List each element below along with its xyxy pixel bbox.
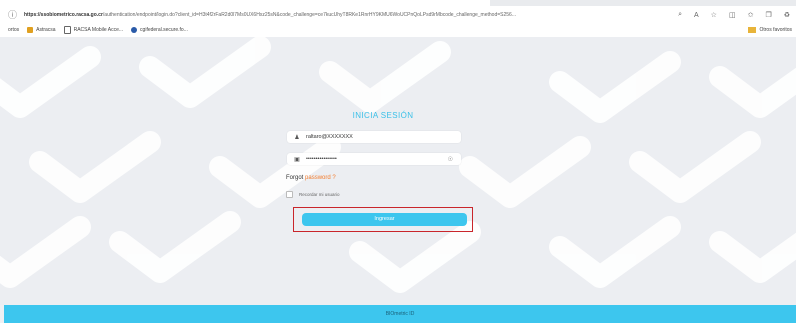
other-favorites-folder[interactable]: Otros favoritos [748, 24, 792, 36]
bookmark-item[interactable]: cgifederal.secure.fo... [131, 27, 188, 33]
remember-me-checkbox[interactable] [286, 191, 293, 198]
url-domain: https://ssobiometrico.racsa.go.cr [24, 12, 103, 18]
user-icon: ♟ [294, 134, 300, 141]
footer-bar: BIOmetric ID [4, 305, 796, 323]
cgi-icon [131, 27, 138, 33]
forgot-password: Forgot password ? [286, 175, 336, 181]
remember-me[interactable]: Recordar mi usuario [286, 191, 340, 198]
forgot-password-link[interactable]: password [305, 175, 331, 181]
show-password-icon[interactable]: ☉ [448, 156, 453, 163]
browser-toolbar-icons: ⌕ A ☆ ◫ ✩ ❐ ♻ [678, 7, 790, 23]
login-page: INICIA SESIÓN ♟ ▣ ☉ Forgot password ? Re… [0, 37, 796, 305]
page-info-icon[interactable]: ⓘ [8, 10, 18, 20]
bookmark-item[interactable]: Astracsa [27, 27, 56, 33]
address-bar[interactable]: ⓘ https://ssobiometrico.racsa.go.cr/auth… [0, 7, 796, 23]
favorites-icon[interactable]: ✩ [748, 11, 754, 19]
bookmark-label: Astracsa [36, 27, 56, 33]
forgot-label: Forgot [286, 175, 304, 181]
collections-icon[interactable]: ❐ [765, 11, 771, 19]
username-field[interactable]: ♟ [287, 131, 461, 143]
page-icon [63, 26, 71, 34]
folder-label: Otros favoritos [759, 27, 792, 33]
remember-me-label: Recordar mi usuario [299, 192, 340, 197]
username-input[interactable] [306, 134, 446, 140]
extensions-icon[interactable]: ♻ [784, 11, 790, 19]
bookmark-label: ortos [8, 27, 20, 33]
password-input[interactable] [306, 156, 446, 162]
bookmark-label: cgifederal.secure.fo... [140, 27, 188, 33]
bookmarks-bar: ortos Astracsa RACSA Mobile Acce... cgif… [0, 24, 796, 36]
url-text[interactable]: https://ssobiometrico.racsa.go.cr/authen… [24, 12, 584, 18]
bookmark-item[interactable]: ortos [8, 27, 19, 33]
password-field[interactable]: ▣ ☉ [287, 153, 461, 165]
login-form: INICIA SESIÓN ♟ ▣ ☉ Forgot password ? Re… [283, 104, 483, 246]
tab-strip [490, 0, 796, 6]
favorite-star-icon[interactable]: ☆ [711, 11, 717, 19]
bookmark-label: RACSA Mobile Acce... [73, 27, 124, 33]
url-path: /authentication/endpoint/login.do?client… [102, 12, 516, 18]
forgot-suffix: ? [332, 175, 336, 181]
split-screen-icon[interactable]: ◫ [729, 11, 736, 19]
page-title: INICIA SESIÓN [352, 111, 414, 120]
astracsa-icon [27, 27, 34, 33]
lock-icon: ▣ [294, 156, 300, 163]
bookmark-item[interactable]: RACSA Mobile Acce... [63, 26, 124, 34]
folder-icon [748, 27, 757, 33]
submit-button[interactable]: Ingresar [302, 213, 467, 226]
search-icon[interactable]: ⌕ [678, 11, 682, 19]
browser-chrome: ⓘ https://ssobiometrico.racsa.go.cr/auth… [0, 0, 796, 38]
read-aloud-icon[interactable]: A [694, 12, 699, 19]
